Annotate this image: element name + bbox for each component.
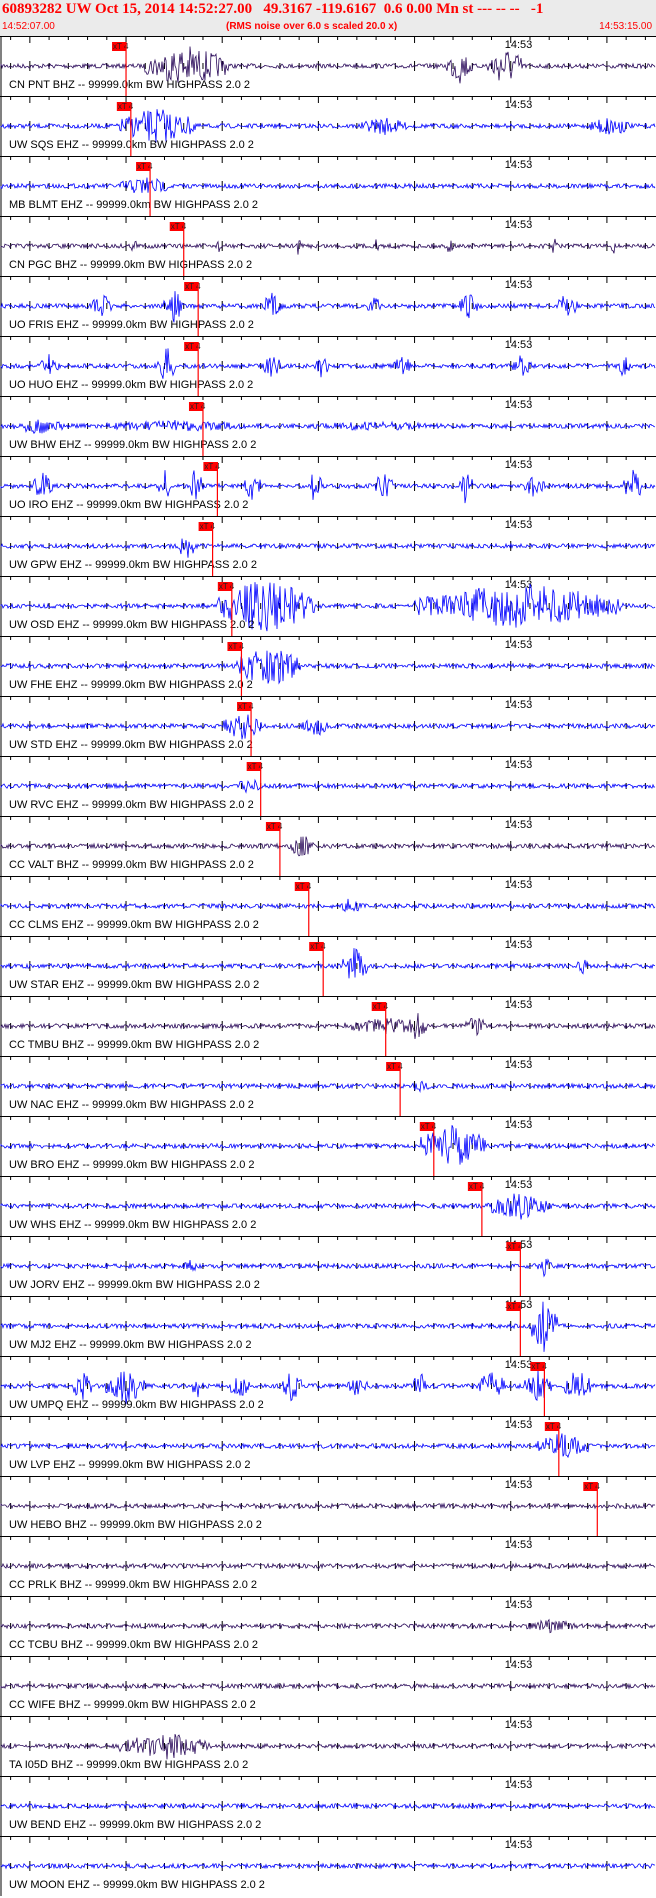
time-mark-label: 14:53 bbox=[505, 999, 533, 1011]
station-label: UW STD EHZ -- 99999.0km BW HIGHPASS 2.0 … bbox=[9, 739, 253, 751]
station-label: TA I05D BHZ -- 99999.0km BW HIGHPASS 2.0… bbox=[9, 1759, 248, 1771]
time-mark-label: 14:53 bbox=[505, 1359, 533, 1371]
waveform-trace bbox=[0, 1193, 656, 1220]
event-title: 60893282 UW Oct 15, 2014 14:52:27.00 49.… bbox=[2, 1, 544, 17]
time-mark-label: 14:53 bbox=[505, 39, 533, 51]
waveform-trace bbox=[0, 238, 656, 255]
station-label: UW GPW EHZ -- 99999.0km BW HIGHPASS 2.0 … bbox=[9, 559, 257, 571]
time-mark-label: 14:53 bbox=[505, 399, 533, 411]
seismogram-plot: 14:53 CN PNT BHZ -- 99999.0km BW HIGHPASS… bbox=[0, 36, 656, 1896]
station-label: UO FRIS EHZ -- 99999.0km BW HIGHPASS 2.0… bbox=[9, 319, 254, 331]
time-mark-label: 14:53 bbox=[505, 819, 533, 831]
waveform-trace bbox=[0, 419, 656, 435]
station-label: CC WIFE BHZ -- 99999.0km BW HIGHPASS 2.0… bbox=[9, 1699, 256, 1711]
time-mark-label: 14:53 bbox=[505, 1479, 533, 1491]
station-label: UW LVP EHZ -- 99999.0km BW HIGHPASS 2.0 … bbox=[9, 1459, 250, 1471]
station-label: CC VALT BHZ -- 99999.0km BW HIGHPASS 2.0… bbox=[9, 859, 254, 871]
waveform-trace bbox=[0, 1258, 656, 1278]
time-mark-label: 14:53 bbox=[505, 1059, 533, 1071]
time-mark-label: 14:53 bbox=[505, 339, 533, 351]
waveform-trace bbox=[0, 1802, 656, 1810]
time-mark-label: 14:53 bbox=[505, 759, 533, 771]
waveform-trace bbox=[0, 1618, 656, 1634]
time-mark-label: 14:53 bbox=[505, 519, 533, 531]
waveform-trace bbox=[0, 714, 656, 740]
time-mark-label: 14:53 bbox=[505, 879, 533, 891]
station-label: CC TMBU BHZ -- 99999.0km BW HIGHPASS 2.0… bbox=[9, 1039, 259, 1051]
station-label: CN PNT BHZ -- 99999.0km BW HIGHPASS 2.0 … bbox=[9, 79, 250, 91]
time-mark-label: 14:53 bbox=[505, 99, 533, 111]
waveform-trace bbox=[0, 1013, 656, 1039]
station-label: UW RVC EHZ -- 99999.0km BW HIGHPASS 2.0 … bbox=[9, 799, 254, 811]
time-mark-label: 14:53 bbox=[505, 639, 533, 651]
time-mark-label: 14:53 bbox=[505, 1659, 533, 1671]
time-mark-label: 14:53 bbox=[505, 579, 533, 591]
time-mark-label: 14:53 bbox=[505, 1179, 533, 1191]
station-label: UW BEND EHZ -- 99999.0km BW HIGHPASS 2.0… bbox=[9, 1819, 261, 1831]
time-mark-label: 14:53 bbox=[505, 1779, 533, 1791]
start-time-label: 14:52:07.00 bbox=[2, 21, 55, 32]
waveform-trace bbox=[0, 1682, 656, 1690]
station-label: MB BLMT EHZ -- 99999.0km BW HIGHPASS 2.0… bbox=[9, 199, 258, 211]
station-label: UW HEBO BHZ -- 99999.0km BW HIGHPASS 2.0… bbox=[9, 1519, 262, 1531]
station-label: UW MOON EHZ -- 99999.0km BW HIGHPASS 2.0… bbox=[9, 1879, 265, 1891]
waveform-trace bbox=[0, 1562, 656, 1570]
station-label: UW NAC EHZ -- 99999.0km BW HIGHPASS 2.0 … bbox=[9, 1099, 254, 1111]
waveform-trace bbox=[0, 1862, 656, 1870]
waveform-trace bbox=[0, 46, 656, 84]
time-mark-label: 14:53 bbox=[505, 219, 533, 231]
station-label: UW BHW EHZ -- 99999.0km BW HIGHPASS 2.0 … bbox=[9, 439, 256, 451]
station-label: CC TCBU BHZ -- 99999.0km BW HIGHPASS 2.0… bbox=[9, 1639, 258, 1651]
header-bar: 60893282 UW Oct 15, 2014 14:52:27.00 49.… bbox=[0, 0, 656, 36]
station-label: UW OSD EHZ -- 99999.0km BW HIGHPASS 2.0 … bbox=[9, 619, 255, 631]
time-mark-label: 14:53 bbox=[505, 279, 533, 291]
waveform-trace bbox=[0, 1733, 656, 1760]
waveform-trace bbox=[0, 948, 656, 979]
time-mark-label: 14:53 bbox=[505, 1539, 533, 1551]
waveform-trace bbox=[0, 291, 656, 323]
end-time-label: 14:53:15.00 bbox=[599, 21, 652, 32]
station-label: UO HUO EHZ -- 99999.0km BW HIGHPASS 2.0 … bbox=[9, 379, 253, 391]
waveform-trace bbox=[0, 1080, 656, 1093]
time-mark-label: 14:53 bbox=[505, 1839, 533, 1851]
waveform-trace bbox=[0, 898, 656, 913]
time-mark-label: 14:53 bbox=[505, 1419, 533, 1431]
waveform-trace bbox=[0, 348, 656, 379]
station-label: UW MJ2 EHZ -- 99999.0km BW HIGHPASS 2.0 … bbox=[9, 1339, 251, 1351]
time-mark-label: 14:53 bbox=[505, 939, 533, 951]
waveform-trace bbox=[0, 1433, 656, 1459]
station-label: UW BRO EHZ -- 99999.0km BW HIGHPASS 2.0 … bbox=[9, 1159, 255, 1171]
time-mark-label: 14:53 bbox=[505, 459, 533, 471]
station-label: UW SQS EHZ -- 99999.0km BW HIGHPASS 2.0 … bbox=[9, 139, 254, 151]
station-label: CC CLMS EHZ -- 99999.0km BW HIGHPASS 2.0… bbox=[9, 919, 259, 931]
rms-note: (RMS noise over 6.0 s scaled 20.0 x) bbox=[226, 21, 398, 32]
waveform-trace bbox=[0, 538, 656, 558]
waveform-trace bbox=[0, 109, 656, 143]
station-label: UW WHS EHZ -- 99999.0km BW HIGHPASS 2.0 … bbox=[9, 1219, 256, 1231]
time-mark-label: 14:53 bbox=[505, 1719, 533, 1731]
time-mark-label: 14:53 bbox=[505, 159, 533, 171]
station-label: UO IRO EHZ -- 99999.0km BW HIGHPASS 2.0 … bbox=[9, 499, 248, 511]
waveform-trace bbox=[0, 836, 656, 857]
waveform-trace bbox=[0, 177, 656, 194]
waveform-trace bbox=[0, 778, 656, 794]
station-label: UW UMPQ EHZ -- 99999.0km BW HIGHPASS 2.0… bbox=[9, 1399, 264, 1411]
station-label: UW JORV EHZ -- 99999.0km BW HIGHPASS 2.0… bbox=[9, 1279, 260, 1291]
time-mark-label: 14:53 bbox=[505, 699, 533, 711]
station-label: UW STAR EHZ -- 99999.0km BW HIGHPASS 2.0… bbox=[9, 979, 259, 991]
time-mark-label: 14:53 bbox=[505, 1119, 533, 1131]
station-label: UW FHE EHZ -- 99999.0km BW HIGHPASS 2.0 … bbox=[9, 679, 253, 691]
time-mark-label: 14:53 bbox=[505, 1599, 533, 1611]
station-label: CC PRLK BHZ -- 99999.0km BW HIGHPASS 2.0… bbox=[9, 1579, 257, 1591]
station-label: CN PGC BHZ -- 99999.0km BW HIGHPASS 2.0 … bbox=[9, 259, 252, 271]
waveform-trace bbox=[0, 1502, 656, 1510]
